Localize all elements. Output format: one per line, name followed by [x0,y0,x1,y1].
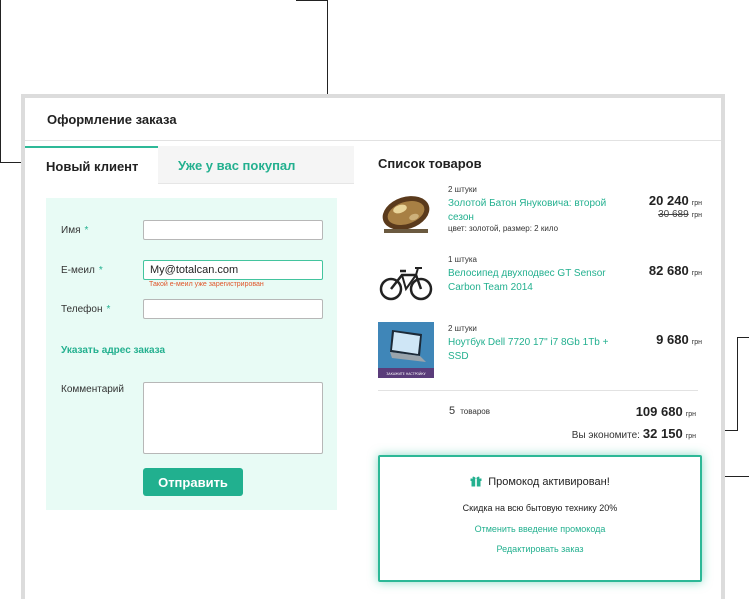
product-price: 82 680 грн [648,263,702,278]
promo-code-box: Промокод активирован! Скидка на всю быто… [378,455,702,582]
tab-new-client[interactable]: Новый клиент [25,146,158,184]
product-name-link[interactable]: Велосипед двухподвес GT Sensor Carbon Te… [448,267,624,295]
required-mark: * [84,225,89,236]
phone-label: Телефон * [61,304,111,315]
product-attributes: цвет: золотой, размер: 2 кило [448,224,559,233]
email-input[interactable] [143,260,323,280]
submit-button[interactable]: Отправить [143,468,243,496]
product-list-title: Список товаров [378,156,482,171]
product-item: ЗАКАЖИТЕ НАСТРОЙКУ 2 штуки Ноутбук Dell … [378,322,702,382]
name-input[interactable] [143,220,323,240]
tab-returning-client[interactable]: Уже у вас покупал [158,146,354,184]
savings: Вы экономите: 32 150 грн [571,426,696,441]
callout-line [737,337,738,431]
promo-description: Скидка на всю бытовую технику 20% [462,503,618,513]
product-item: 1 штука Велосипед двухподвес GT Sensor C… [378,253,702,313]
laptop-thumbnail-caption: ЗАКАЖИТЕ НАСТРОЙКУ [386,371,425,376]
product-price: 20 240 грн [648,193,702,208]
callout-line [296,0,328,1]
product-name-link[interactable]: Золотой Батон Януковича: второй сезон [448,197,624,225]
callout-line [0,0,1,163]
golden-baton-thumbnail[interactable] [378,183,434,239]
product-name-link[interactable]: Ноутбук Dell 7720 17" i7 8Gb 1Tb + SSD [448,336,624,364]
new-client-form: Имя* Е-меил* Такой е-меил уже зарегистри… [46,198,337,510]
cancel-promo-link[interactable]: Отменить введение промокода [380,524,700,534]
edit-order-link[interactable]: Редактировать заказ [380,544,700,554]
laptop-thumbnail[interactable]: ЗАКАЖИТЕ НАСТРОЙКУ [378,322,434,378]
gift-icon [470,476,482,487]
email-error: Такой е-меил уже зарегистрирован [149,281,264,288]
product-quantity: 2 штуки [448,185,477,194]
product-quantity: 1 штука [448,255,477,264]
name-label: Имя * [61,225,89,236]
title-divider [25,140,721,141]
comment-textarea[interactable] [143,382,323,454]
required-mark: * [98,265,103,276]
product-quantity: 2 штуки [448,324,477,333]
comment-label: Комментарий [61,384,124,395]
product-old-price: 30 689 грн [658,209,702,220]
order-total: 109 680 грн [635,404,696,419]
summary-divider [378,390,698,391]
items-count: 5 товаров [449,405,490,417]
product-price: 9 680 грн [656,332,702,347]
promo-title: Промокод активирован! [380,475,700,488]
email-label: Е-меил * [61,265,103,276]
bicycle-thumbnail[interactable] [378,253,434,309]
required-mark: * [106,304,111,315]
callout-line [738,337,749,338]
checkout-window: Оформление заказа Новый клиент Уже у вас… [21,94,725,599]
product-item: 2 штуки Золотой Батон Януковича: второй … [378,183,702,243]
page-title: Оформление заказа [47,112,177,127]
specify-address-link[interactable]: Указать адрес заказа [61,345,165,356]
phone-input[interactable] [143,299,323,319]
